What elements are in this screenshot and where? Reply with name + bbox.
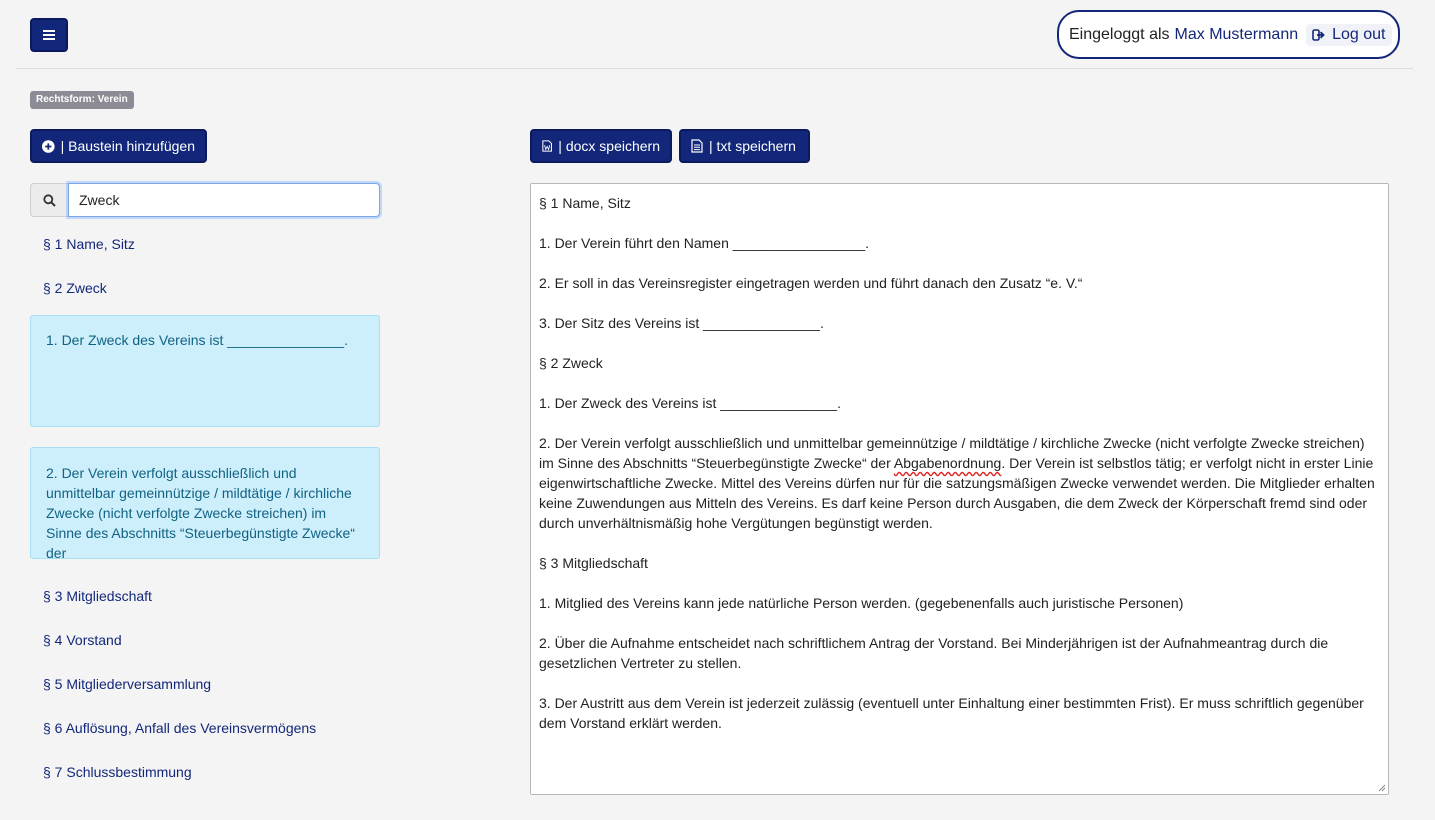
search-input[interactable] bbox=[68, 183, 380, 217]
save-docx-label: | docx speichern bbox=[558, 138, 660, 154]
editor-line: 1. Mitglied des Vereins kann jede natürl… bbox=[539, 595, 1184, 611]
block-card[interactable]: 2. Der Verein verfolgt ausschließlich un… bbox=[30, 447, 380, 559]
document-editor[interactable]: § 1 Name, Sitz 1. Der Verein führt den N… bbox=[530, 183, 1389, 795]
user-box: Eingeloggt als Max Mustermann Log out bbox=[1057, 10, 1400, 59]
block-card-text: 2. Der Verein verfolgt ausschließlich un… bbox=[46, 465, 355, 559]
add-block-button[interactable]: | Baustein hinzufügen bbox=[30, 129, 207, 163]
save-docx-button[interactable]: | docx speichern bbox=[530, 129, 672, 163]
search-group bbox=[30, 183, 380, 217]
logged-in-label: Eingeloggt als bbox=[1069, 25, 1170, 43]
add-block-label: | Baustein hinzufügen bbox=[60, 138, 195, 154]
editor-line: 3. Der Sitz des Vereins ist ____________… bbox=[539, 315, 824, 331]
sidebar-item-aufloesung[interactable]: § 6 Auflösung, Anfall des Vereinsvermöge… bbox=[43, 720, 316, 736]
editor-line: 3. Der Austritt aus dem Verein ist jeder… bbox=[539, 695, 1364, 731]
sign-out-icon bbox=[1312, 28, 1325, 41]
editor-line: 2. Er soll in das Vereinsregister einget… bbox=[539, 275, 1083, 291]
user-name: Max Mustermann bbox=[1174, 25, 1299, 43]
editor-line: 2. Über die Aufnahme entscheidet nach sc… bbox=[539, 635, 1329, 671]
sidebar-item-mitgliedschaft[interactable]: § 3 Mitgliedschaft bbox=[43, 588, 152, 604]
editor-line: § 2 Zweck bbox=[539, 355, 603, 371]
block-card-text: 1. Der Zweck des Vereins ist ___________… bbox=[46, 332, 348, 348]
legal-form-badge: Rechtsform: Verein bbox=[30, 91, 134, 109]
menu-button[interactable] bbox=[30, 18, 68, 52]
word-file-icon bbox=[542, 140, 552, 152]
search-addon bbox=[30, 183, 68, 217]
header-divider bbox=[16, 68, 1413, 69]
editor-line: § 1 Name, Sitz bbox=[539, 195, 631, 211]
editor-paragraph: 2. Der Verein verfolgt ausschließlich un… bbox=[539, 433, 1380, 533]
sidebar-item-vorstand[interactable]: § 4 Vorstand bbox=[43, 632, 122, 648]
spellcheck-word: Abgabenordnung bbox=[893, 455, 1002, 471]
editor-line: 1. Der Zweck des Vereins ist ___________… bbox=[539, 395, 841, 411]
hamburger-icon bbox=[43, 30, 55, 40]
editor-line: § 3 Mitgliedschaft bbox=[539, 555, 648, 571]
sidebar-item-mitgliederversammlung[interactable]: § 5 Mitgliederversammlung bbox=[43, 676, 211, 692]
save-txt-label: | txt speichern bbox=[709, 138, 796, 154]
logout-button[interactable]: Log out bbox=[1306, 23, 1392, 46]
plus-circle-icon bbox=[42, 139, 55, 153]
sidebar-item-zweck[interactable]: § 2 Zweck bbox=[43, 280, 107, 296]
text-file-icon bbox=[691, 139, 703, 153]
editor-line: 1. Der Verein führt den Namen __________… bbox=[539, 235, 870, 251]
search-icon bbox=[43, 193, 56, 207]
resize-handle-icon[interactable] bbox=[1376, 782, 1386, 792]
sidebar-item-schlussbestimmung[interactable]: § 7 Schlussbestimmung bbox=[43, 764, 192, 780]
block-card[interactable]: 1. Der Zweck des Vereins ist ___________… bbox=[30, 315, 380, 427]
logout-label: Log out bbox=[1332, 25, 1386, 43]
save-txt-button[interactable]: | txt speichern bbox=[679, 129, 810, 163]
sidebar-item-name-sitz[interactable]: § 1 Name, Sitz bbox=[43, 236, 135, 252]
